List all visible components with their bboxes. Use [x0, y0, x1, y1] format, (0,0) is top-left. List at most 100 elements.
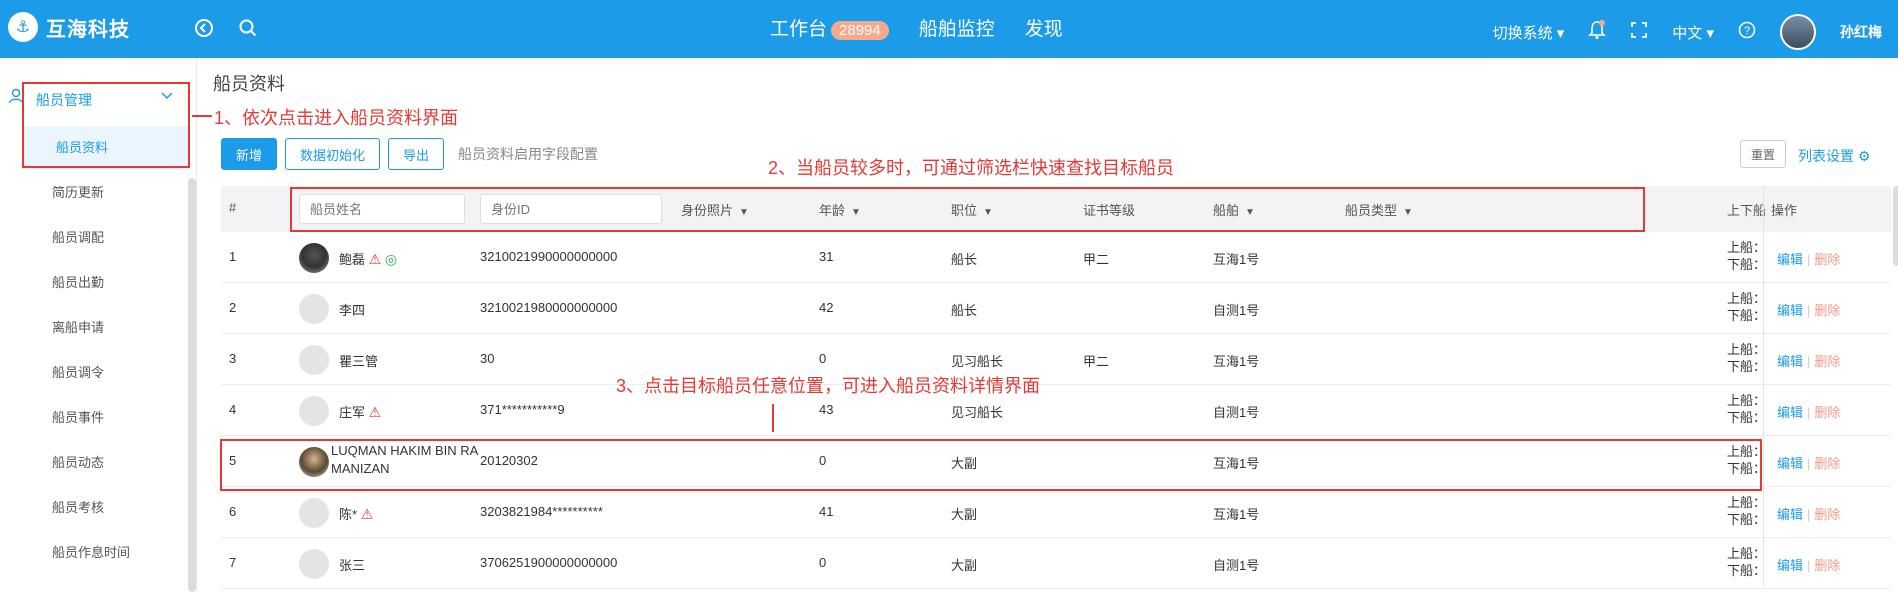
crew-ship: 互海1号	[1213, 252, 1260, 267]
sidebar-item-crew-assessment[interactable]: 船员考核	[0, 486, 190, 530]
crew-id: 3210021990000000000	[480, 249, 618, 264]
reset-button[interactable]: 重置	[1740, 140, 1787, 168]
crew-name: 瞿三管	[339, 351, 378, 370]
delete-link[interactable]: 删除	[1814, 354, 1840, 369]
bell-icon[interactable]	[1588, 20, 1607, 44]
crew-age: 43	[819, 402, 834, 417]
table-row[interactable]: 1 鲍磊 ⚠ ◎ 3210021990000000000 31 船长 甲二 互海…	[221, 232, 1891, 283]
sidebar-item-resume-update[interactable]: 简历更新	[0, 171, 190, 215]
nav-discover[interactable]: 发现	[1025, 14, 1063, 41]
delete-link[interactable]: 删除	[1814, 507, 1840, 522]
crew-id: 3210021980000000000	[480, 300, 618, 315]
crew-avatar	[299, 396, 329, 426]
table-row[interactable]: 7 张三 3706251900000000000 0 大副 自测1号 上船： 下船…	[221, 538, 1891, 589]
back-icon[interactable]	[192, 16, 216, 40]
row-actions: 编辑 | 删除	[1777, 402, 1840, 421]
crew-name: 陈* ⚠	[339, 504, 373, 523]
onboard-label: 上船：	[1727, 291, 1767, 306]
offboard-label: 下船：	[1727, 410, 1767, 425]
field-config-link[interactable]: 船员资料启用字段配置	[458, 144, 598, 164]
onoff-dates: 上船： 下船：	[1727, 290, 1766, 324]
table-row[interactable]: 3 瞿三管 30 0 见习船长 甲二 互海1号 上船： 下船： 编辑 | 删除	[221, 334, 1891, 385]
row-index: 4	[229, 402, 237, 417]
crew-id: 371***********9	[480, 402, 565, 417]
onboard-label: 上船：	[1727, 240, 1767, 255]
language-dropdown[interactable]: 中文 ▾	[1672, 22, 1714, 43]
onoff-dates: 上船： 下船：	[1727, 341, 1766, 375]
edit-link[interactable]: 编辑	[1777, 456, 1803, 471]
onoff-dates: 上船： 下船：	[1727, 494, 1766, 528]
offboard-label: 下船：	[1727, 512, 1767, 527]
onoff-dates: 上船： 下船：	[1727, 545, 1766, 579]
edit-link[interactable]: 编辑	[1777, 558, 1803, 573]
list-settings-link[interactable]: 列表设置 ⚙	[1798, 146, 1870, 166]
nav-workbench[interactable]: 工作台 28994	[770, 14, 889, 41]
workbench-badge: 28994	[831, 21, 889, 40]
edit-link[interactable]: 编辑	[1777, 354, 1803, 369]
add-button[interactable]: 新增	[221, 138, 278, 170]
table-row[interactable]: 4 庄军 ⚠ 371***********9 43 见习船长 自测1号 上船： 下…	[221, 385, 1891, 436]
crew-cert: 甲二	[1083, 252, 1110, 267]
crew-cert: 甲二	[1083, 354, 1110, 369]
sidebar-item-crew-attendance[interactable]: 船员出勤	[0, 261, 190, 305]
sidebar-item-work-rest-time[interactable]: 船员作息时间	[0, 531, 190, 575]
logo[interactable]: ⚓ 互海科技	[8, 12, 130, 42]
sidebar-item-crew-events[interactable]: 船员事件	[0, 396, 190, 440]
delete-link[interactable]: 删除	[1814, 405, 1840, 420]
edit-link[interactable]: 编辑	[1777, 252, 1803, 267]
help-icon[interactable]: ?	[1738, 21, 1756, 43]
nav-ship-monitor[interactable]: 船舶监控	[919, 14, 995, 41]
username[interactable]: 孙红梅	[1840, 22, 1882, 42]
edit-link[interactable]: 编辑	[1777, 303, 1803, 318]
data-init-button[interactable]: 数据初始化	[285, 138, 381, 170]
row-index: 1	[229, 249, 237, 264]
sidebar-item-crew-order[interactable]: 船员调令	[0, 351, 190, 395]
crew-avatar	[299, 498, 329, 528]
top-nav: 工作台 28994 船舶监控 发现	[770, 14, 1063, 41]
row-index: 2	[229, 300, 237, 315]
offboard-label: 下船：	[1727, 257, 1767, 272]
row-actions: 编辑 | 删除	[1777, 351, 1840, 370]
onboard-label: 上船：	[1727, 546, 1767, 561]
warning-icon: ⚠	[360, 506, 374, 522]
crew-position: 大副	[951, 558, 978, 573]
annotation-arrow-1	[192, 115, 212, 117]
crew-position: 见习船长	[951, 354, 1004, 369]
table-row[interactable]: 6 陈* ⚠ 3203821984********** 41 大副 互海1号 上…	[221, 487, 1891, 538]
annotation-box-sidebar	[22, 82, 190, 168]
sidebar-item-leave-request[interactable]: 离船申请	[0, 306, 190, 350]
switch-system-dropdown[interactable]: 切换系统 ▾	[1493, 22, 1565, 43]
delete-link[interactable]: 删除	[1814, 252, 1840, 267]
row-actions: 编辑 | 删除	[1777, 555, 1840, 574]
header-ops: 操作	[1771, 203, 1798, 218]
crew-name: 张三	[339, 555, 365, 574]
crew-id: 3706251900000000000	[480, 555, 618, 570]
annotation-box-row	[220, 439, 1762, 491]
table-scrollbar[interactable]	[1893, 186, 1898, 266]
sidebar-scrollbar[interactable]	[188, 178, 196, 592]
edit-link[interactable]: 编辑	[1777, 405, 1803, 420]
crew-ship: 自测1号	[1213, 303, 1260, 318]
crew-avatar	[299, 549, 329, 579]
delete-link[interactable]: 删除	[1814, 456, 1840, 471]
delete-link[interactable]: 删除	[1814, 303, 1840, 318]
crew-name-text: 鲍磊	[339, 252, 366, 267]
delete-link[interactable]: 删除	[1814, 558, 1840, 573]
crew-ship: 互海1号	[1213, 507, 1260, 522]
avatar[interactable]	[1780, 14, 1816, 50]
crew-name-text: 张三	[339, 558, 366, 573]
export-button[interactable]: 导出	[388, 138, 445, 170]
crew-name-text: 庄军	[339, 405, 366, 420]
crew-position: 大副	[951, 507, 978, 522]
search-icon[interactable]	[236, 16, 260, 40]
crew-name: 庄军 ⚠	[339, 402, 381, 421]
edit-link[interactable]: 编辑	[1777, 507, 1803, 522]
sidebar-item-crew-dynamics[interactable]: 船员动态	[0, 441, 190, 485]
crew-age: 41	[819, 504, 834, 519]
page-title: 船员资料	[213, 74, 285, 94]
action-separator: |	[1807, 456, 1811, 471]
sidebar-item-crew-allocation[interactable]: 船员调配	[0, 216, 190, 260]
table-row[interactable]: 2 李四 3210021980000000000 42 船长 自测1号 上船： 下…	[221, 283, 1891, 334]
crew-ship: 互海1号	[1213, 354, 1260, 369]
fullscreen-icon[interactable]	[1630, 21, 1648, 43]
